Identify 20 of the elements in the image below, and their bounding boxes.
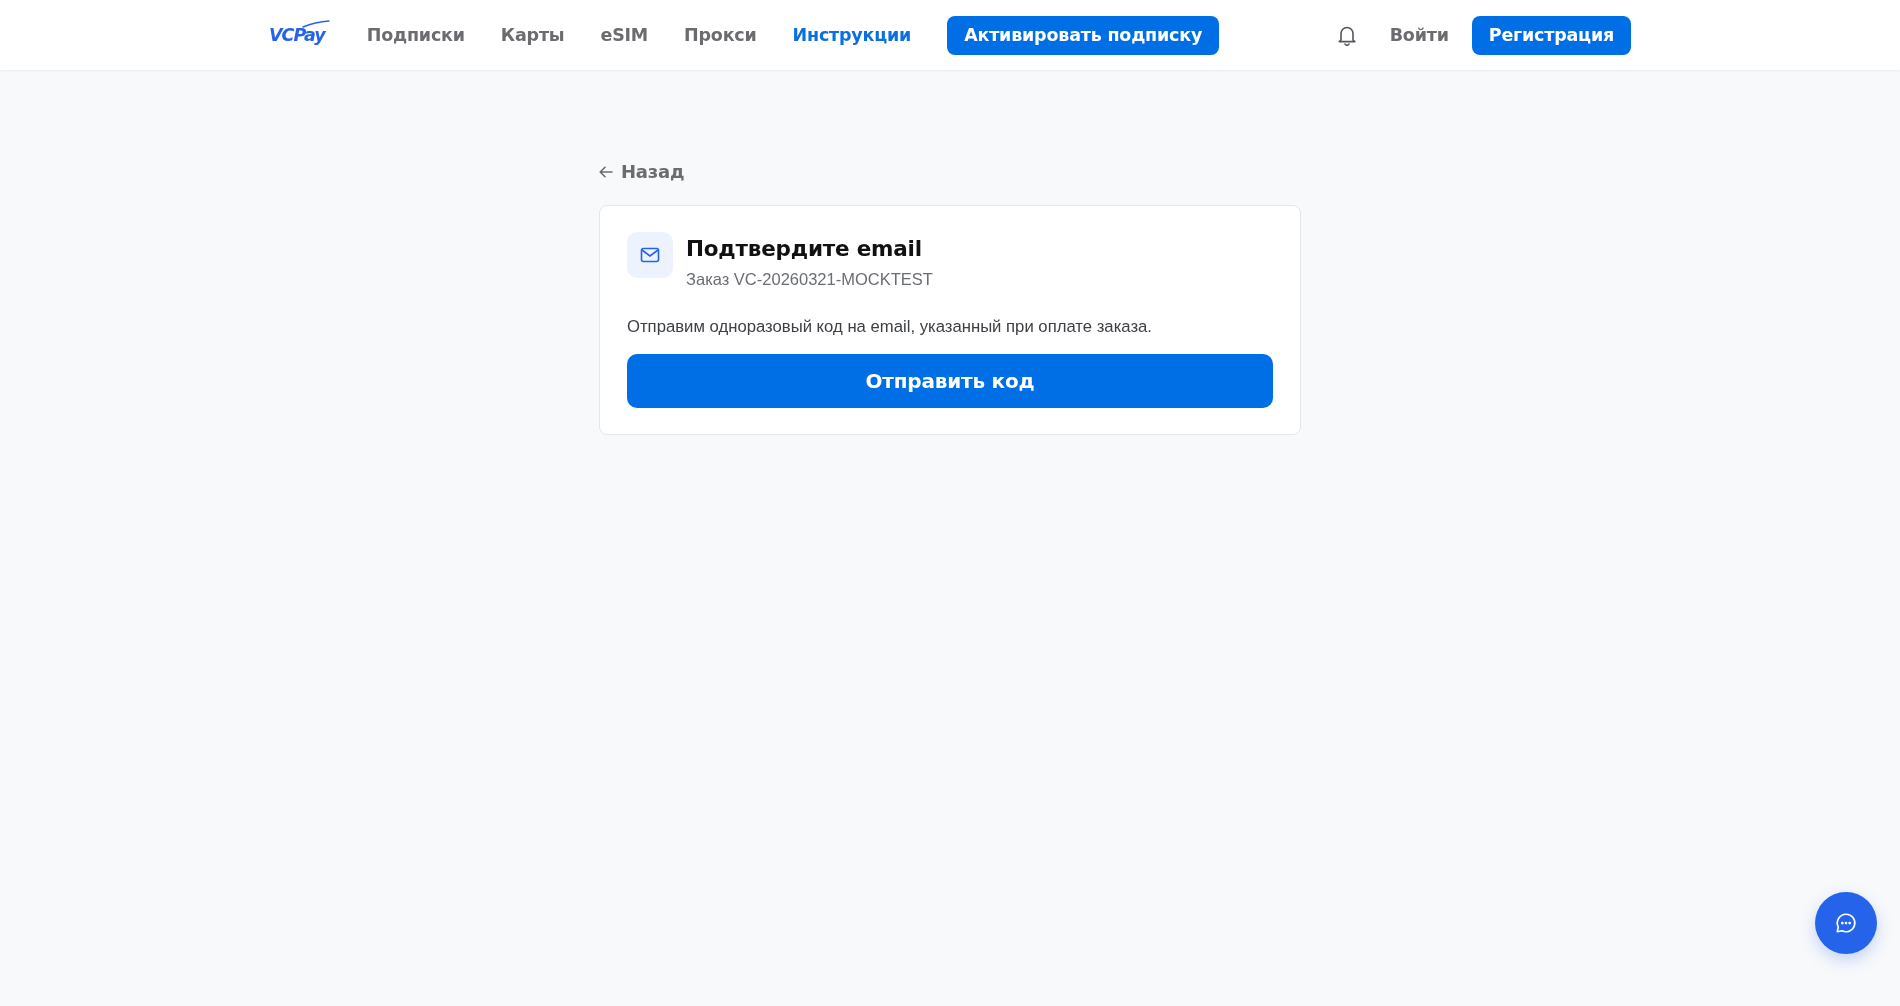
envelope-icon bbox=[627, 232, 673, 278]
nav-link[interactable]: Инструкции bbox=[792, 21, 912, 49]
send-code-button[interactable]: Отправить код bbox=[627, 353, 1273, 408]
nav-link[interactable]: Подписки bbox=[366, 21, 465, 49]
bell-icon[interactable] bbox=[1336, 24, 1357, 46]
login-link[interactable]: Войти bbox=[1389, 21, 1449, 49]
arrow-left-icon[interactable] bbox=[599, 165, 613, 178]
logo[interactable]: VCPay bbox=[269, 24, 325, 45]
nav-link[interactable]: eSIM bbox=[600, 21, 649, 49]
register-button[interactable]: Регистрация bbox=[1471, 15, 1631, 55]
description-text: Отправим одноразовый код на email, указанный при оплате заказа. bbox=[627, 315, 1153, 338]
order-number: Заказ VC-20260321-MOCKTEST bbox=[686, 268, 933, 290]
back-link[interactable]: Назад bbox=[621, 158, 685, 185]
chat-button[interactable] bbox=[1815, 892, 1877, 954]
activate-subscription-button[interactable]: Активировать подписку bbox=[947, 15, 1220, 55]
nav-link[interactable]: Карты bbox=[500, 21, 565, 49]
nav-link[interactable]: Прокси bbox=[684, 21, 757, 49]
card-title: Подтвердите email bbox=[686, 236, 923, 262]
chat-bubble-icon bbox=[1835, 912, 1857, 934]
swoosh-icon bbox=[301, 19, 330, 28]
